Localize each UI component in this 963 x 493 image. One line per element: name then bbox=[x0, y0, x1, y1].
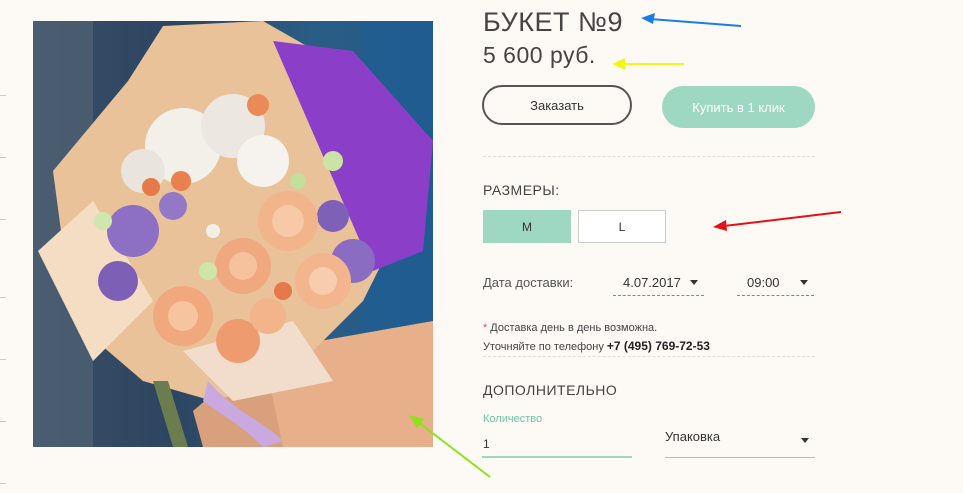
tick bbox=[0, 421, 6, 422]
caret-down-icon bbox=[690, 280, 698, 285]
tick bbox=[0, 157, 6, 158]
blue-arrow bbox=[641, 13, 742, 27]
delivery-date-dropdown[interactable]: 4.07.2017 bbox=[613, 271, 704, 296]
buy-one-click-button[interactable]: Купить в 1 клик bbox=[662, 86, 815, 128]
divider bbox=[483, 156, 815, 157]
red-arrow bbox=[713, 211, 842, 231]
delivery-date-label: Дата доставки: bbox=[483, 275, 574, 290]
phone-note-text: Уточняйте по телефону bbox=[483, 341, 604, 353]
delivery-time-value: 09:00 bbox=[747, 275, 780, 290]
same-day-note: * Доставка день в день возможна. bbox=[483, 322, 657, 334]
tick bbox=[0, 219, 6, 220]
required-star: * bbox=[483, 322, 488, 334]
phone-number[interactable]: +7 (495) 769-72-53 bbox=[607, 339, 710, 353]
order-button[interactable]: Заказать bbox=[482, 85, 632, 125]
delivery-date-value: 4.07.2017 bbox=[623, 275, 681, 290]
bouquet-illustration bbox=[33, 21, 433, 447]
packaging-dropdown[interactable]: Упаковка bbox=[665, 423, 815, 458]
same-day-note-text: Доставка день в день возможна. bbox=[490, 322, 658, 334]
product-title: БУКЕТ №9 bbox=[483, 7, 623, 37]
quantity-input[interactable] bbox=[482, 431, 632, 458]
tick bbox=[0, 359, 6, 360]
caret-down-icon bbox=[801, 438, 809, 443]
phone-note: Уточняйте по телефону +7 (495) 769-72-53 bbox=[483, 339, 710, 353]
size-option-m[interactable]: M bbox=[483, 210, 571, 243]
size-option-l[interactable]: L bbox=[578, 210, 666, 243]
tick bbox=[0, 297, 6, 298]
tick bbox=[0, 483, 6, 484]
quantity-label: Количество bbox=[483, 413, 543, 425]
tick bbox=[0, 95, 6, 96]
delivery-time-dropdown[interactable]: 09:00 bbox=[737, 271, 814, 296]
divider bbox=[483, 356, 815, 357]
yellow-arrow bbox=[612, 58, 684, 70]
extra-heading: ДОПОЛНИТЕЛЬНО bbox=[483, 382, 618, 398]
product-price: 5 600 руб. bbox=[483, 42, 596, 68]
packaging-label: Упаковка bbox=[665, 429, 721, 444]
bouquet-photo bbox=[33, 21, 433, 447]
sizes-heading: РАЗМЕРЫ: bbox=[483, 182, 560, 198]
caret-down-icon bbox=[800, 280, 808, 285]
